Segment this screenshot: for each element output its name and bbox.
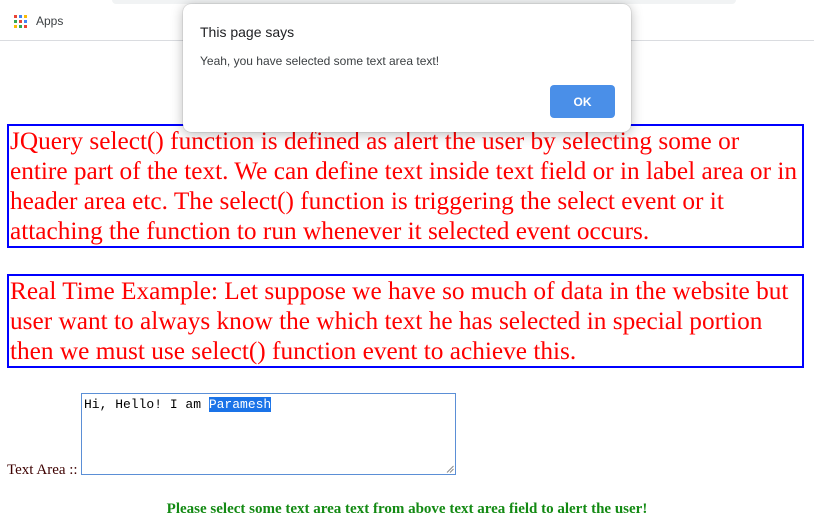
- apps-grid-dot: [14, 24, 17, 28]
- resize-handle-icon[interactable]: [446, 465, 454, 473]
- apps-grid-dot: [19, 14, 22, 18]
- description-text: JQuery select() function is defined as a…: [10, 127, 798, 245]
- apps-grid-dot: [24, 24, 27, 28]
- apps-grid-dot: [19, 19, 22, 23]
- example-paragraph: Real Time Example: Let suppose we have s…: [7, 274, 804, 368]
- apps-grid-icon: [14, 14, 27, 28]
- page: Apps JQuery select() function is defined…: [0, 0, 814, 525]
- ok-button[interactable]: OK: [550, 85, 615, 118]
- description-paragraph: JQuery select() function is defined as a…: [7, 124, 804, 248]
- apps-grid-dot: [14, 19, 17, 23]
- instruction-text: Please select some text area text from a…: [166, 501, 648, 517]
- apps-label: Apps: [36, 14, 64, 28]
- dialog-title: This page says: [200, 24, 295, 40]
- apps-grid-dot: [14, 14, 17, 18]
- alert-dialog: This page says Yeah, you have selected s…: [183, 4, 631, 132]
- dialog-message: Yeah, you have selected some text area t…: [200, 54, 440, 68]
- apps-grid-dot: [19, 24, 22, 28]
- apps-bookmark[interactable]: Apps: [14, 12, 63, 30]
- text-area-field[interactable]: Hi, Hello! I am Paramesh: [81, 393, 456, 475]
- apps-grid-dot: [24, 19, 27, 23]
- apps-grid-dot: [24, 14, 27, 18]
- textarea-selected-text: Paramesh: [208, 397, 272, 412]
- example-text: Real Time Example: Let suppose we have s…: [10, 277, 789, 365]
- textarea-text: Hi, Hello! I am: [84, 397, 209, 412]
- textarea-label: Text Area ::: [7, 462, 78, 478]
